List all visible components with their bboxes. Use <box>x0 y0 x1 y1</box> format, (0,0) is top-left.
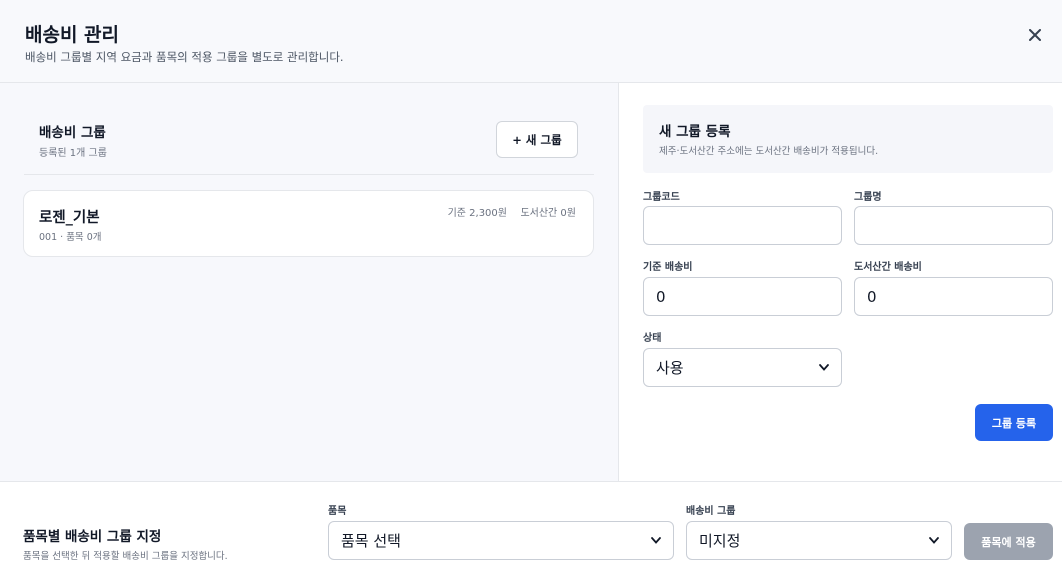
shipping-group-select-value: 미지정 <box>699 532 741 550</box>
new-group-button[interactable]: + 새 그룹 <box>496 121 578 158</box>
group-island-fee: 도서산간 0원 <box>520 208 576 219</box>
chevron-down-icon <box>651 537 661 544</box>
item-select-value: 품목 선택 <box>341 532 401 550</box>
group-base-fee: 기준 2,300원 <box>447 208 507 219</box>
apply-to-item-button[interactable]: 품목에 적용 <box>964 523 1053 560</box>
group-name-input[interactable] <box>854 206 1053 245</box>
group-card[interactable]: 로젠_기본 001 · 품목 0개 기준 2,300원 도서산간 0원 <box>23 190 594 257</box>
group-code-label: 그룹코드 <box>643 192 680 203</box>
chevron-down-icon <box>929 537 939 544</box>
group-meta: 001 · 품목 0개 <box>39 232 102 243</box>
shipping-group-label: 배송비 그룹 <box>686 506 736 517</box>
group-count: 등록된 1개 그룹 <box>39 148 107 159</box>
page-title: 배송비 관리 <box>25 24 120 46</box>
base-fee-input[interactable] <box>643 277 842 316</box>
chevron-down-icon <box>819 364 829 371</box>
status-select-value: 사용 <box>656 359 684 377</box>
item-select[interactable]: 품목 선택 <box>328 521 674 560</box>
close-button[interactable] <box>1024 24 1046 46</box>
modal-header: 배송비 관리 배송비 그룹별 지역 요금과 품목의 적용 그룹을 별도로 관리합… <box>0 0 1062 83</box>
page-subtitle: 배송비 그룹별 지역 요금과 품목의 적용 그룹을 별도로 관리합니다. <box>25 50 344 64</box>
close-icon <box>1029 29 1041 41</box>
form-description: 제주·도서산간 주소에는 도서산간 배송비가 적용됩니다. <box>659 146 879 157</box>
status-label: 상태 <box>643 333 662 344</box>
form-header: 새 그룹 등록 제주·도서산간 주소에는 도서산간 배송비가 적용됩니다. <box>643 105 1053 173</box>
status-select[interactable]: 사용 <box>643 348 842 387</box>
group-list-title: 배송비 그룹 <box>39 125 106 141</box>
base-fee-label: 기준 배송비 <box>643 262 693 273</box>
island-fee-label: 도서산간 배송비 <box>854 262 922 273</box>
item-assign-bar: 품목별 배송비 그룹 지정 품목을 선택한 뒤 적용할 배송비 그룹을 지정합니… <box>0 481 1062 582</box>
register-group-button[interactable]: 그룹 등록 <box>975 404 1053 441</box>
assign-title: 품목별 배송비 그룹 지정 <box>23 529 162 545</box>
group-code-input[interactable] <box>643 206 842 245</box>
group-form-panel: 새 그룹 등록 제주·도서산간 주소에는 도서산간 배송비가 적용됩니다. 그룹… <box>619 83 1062 481</box>
assign-description: 품목을 선택한 뒤 적용할 배송비 그룹을 지정합니다. <box>23 551 228 562</box>
group-name-label: 그룹명 <box>854 192 882 203</box>
divider <box>24 174 594 175</box>
group-list-panel: 배송비 그룹 등록된 1개 그룹 + 새 그룹 로젠_기본 001 · 품목 0… <box>0 83 619 481</box>
item-label: 품목 <box>328 506 347 517</box>
group-name: 로젠_기본 <box>39 210 100 226</box>
island-fee-input[interactable] <box>854 277 1053 316</box>
shipping-group-select[interactable]: 미지정 <box>686 521 952 560</box>
form-title: 새 그룹 등록 <box>659 124 731 140</box>
